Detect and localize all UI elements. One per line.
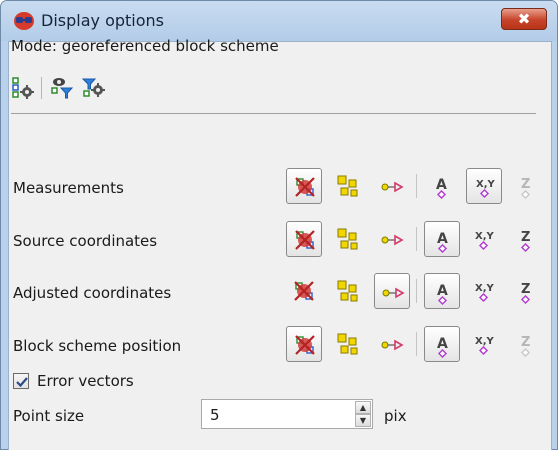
row-label-adjusted-coordinates: Adjusted coordinates <box>13 284 172 302</box>
hide-points-button[interactable] <box>286 273 322 309</box>
block-settings-icon[interactable] <box>11 76 35 100</box>
labels-button[interactable]: A <box>424 168 460 204</box>
svg-text:Z: Z <box>521 335 530 350</box>
xy-coordinates-button[interactable]: X,Y <box>466 273 502 309</box>
close-icon: ✖ <box>517 10 531 28</box>
row-label-block-scheme-position: Block scheme position <box>13 337 182 355</box>
spin-down-button[interactable]: ▼ <box>355 414 371 427</box>
svg-text:X,Y: X,Y <box>476 179 496 190</box>
hide-points-button[interactable] <box>286 168 322 204</box>
z-coordinate-button[interactable]: Z <box>508 326 544 362</box>
title-bar[interactable]: Display options ✖ <box>1 1 557 41</box>
toolbar-separator <box>416 174 417 198</box>
svg-text:X,Y: X,Y <box>475 283 495 294</box>
vectors-button[interactable] <box>374 326 410 362</box>
app-icon <box>13 10 35 32</box>
row-label-source-coordinates: Source coordinates <box>13 232 158 250</box>
points-button[interactable] <box>330 273 366 309</box>
filter-view-icon[interactable] <box>50 76 74 100</box>
vectors-button[interactable] <box>374 273 410 309</box>
close-button[interactable]: ✖ <box>501 8 547 30</box>
labels-button[interactable]: A <box>424 221 460 257</box>
checkmark-icon <box>16 377 28 388</box>
top-toolbar <box>11 74 106 102</box>
mode-label: Mode: georeferenced block scheme <box>11 37 279 55</box>
labels-button[interactable]: A <box>424 326 460 362</box>
divider <box>11 113 536 114</box>
display-options-window: Display options ✖ Mode: georeferenced bl… <box>0 0 558 450</box>
labels-button[interactable]: A <box>424 273 460 309</box>
svg-text:Z: Z <box>521 230 530 245</box>
xy-coordinates-button[interactable]: X,Y <box>466 168 502 204</box>
window-title: Display options <box>41 11 164 30</box>
xy-coordinates-button[interactable]: X,Y <box>466 326 502 362</box>
point-size-label: Point size <box>13 407 85 425</box>
svg-text:X,Y: X,Y <box>475 336 495 347</box>
toolbar-separator <box>416 279 417 303</box>
filter-settings-icon[interactable] <box>81 76 106 100</box>
svg-text:Z: Z <box>521 177 530 192</box>
hide-points-button[interactable] <box>286 221 322 257</box>
row-label-measurements: Measurements <box>13 179 124 197</box>
error-vectors-checkbox[interactable] <box>13 373 29 389</box>
point-size-spinbox[interactable]: 5 ▲ ▼ <box>201 399 373 429</box>
spin-buttons: ▲ ▼ <box>355 401 371 427</box>
svg-text:X,Y: X,Y <box>475 231 495 242</box>
error-vectors-option[interactable]: Error vectors <box>13 371 134 391</box>
point-size-unit: pix <box>384 407 407 425</box>
points-button[interactable] <box>330 326 366 362</box>
xy-coordinates-button[interactable]: X,Y <box>466 221 502 257</box>
point-size-value[interactable]: 5 <box>210 406 220 424</box>
spin-up-button[interactable]: ▲ <box>355 401 371 414</box>
points-button[interactable] <box>330 168 366 204</box>
points-button[interactable] <box>330 221 366 257</box>
z-coordinate-button[interactable]: Z <box>508 273 544 309</box>
toolbar-separator <box>416 332 417 356</box>
toolbar-separator <box>41 77 42 99</box>
vectors-button[interactable] <box>374 221 410 257</box>
z-coordinate-button[interactable]: Z <box>508 221 544 257</box>
svg-text:Z: Z <box>521 282 530 297</box>
toolbar-separator <box>416 227 417 251</box>
error-vectors-label: Error vectors <box>37 372 134 390</box>
hide-points-button[interactable] <box>286 326 322 362</box>
z-coordinate-button[interactable]: Z <box>508 168 544 204</box>
vectors-button[interactable] <box>374 168 410 204</box>
